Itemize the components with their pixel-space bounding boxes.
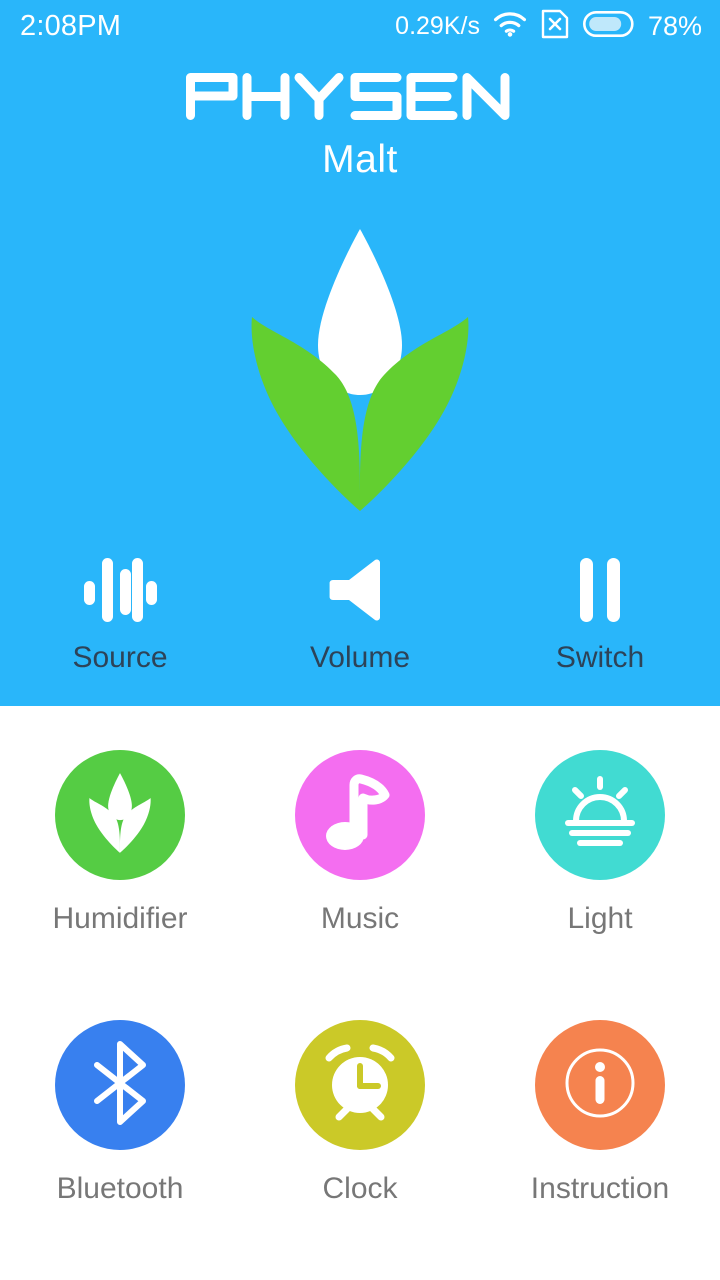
equalizer-icon [82,545,158,635]
plant-droplet-icon [77,772,163,859]
control-source[interactable]: Source [0,545,240,705]
tile-circle [295,750,425,880]
plant-droplet-logo [210,225,510,520]
menu-item-instruction[interactable]: Instruction [480,1020,720,1206]
tile-circle [295,1020,425,1150]
alarm-clock-icon [317,1040,403,1131]
device-name: Malt [322,138,398,181]
menu-item-label: Instruction [530,1172,670,1205]
menu-item-label: Clock [322,1172,398,1205]
control-label: Source [72,641,168,674]
status-bar: 2:08PM 0.29K/s 78% [0,0,720,52]
control-label: Switch [555,641,645,674]
pause-icon [570,545,630,635]
battery-icon [582,10,635,42]
control-volume[interactable]: Volume [240,545,480,705]
network-speed-label: 0.29K/s [395,11,480,40]
tile-circle [535,1020,665,1150]
menu-item-humidifier[interactable]: Humidifier [0,750,240,936]
control-label: Volume [309,641,411,674]
status-bar-clock: 2:08PM [20,9,122,42]
bluetooth-icon [87,1040,153,1131]
tile-circle [55,1020,185,1150]
battery-percent-label: 78% [647,10,702,41]
menu-item-clock[interactable]: Clock [240,1020,480,1206]
music-note-icon [323,773,397,858]
brand-logo [0,72,720,120]
menu-item-label: Bluetooth [56,1172,184,1205]
menu-item-label: Humidifier [52,902,188,935]
app-screen: 2:08PM 0.29K/s 78% Malt Source Volume Sw… [0,0,720,1280]
tile-circle [535,750,665,880]
menu-item-light[interactable]: Light [480,750,720,936]
wifi-icon [493,11,527,42]
sunrise-icon [560,775,640,856]
menu-item-label: Music [320,902,400,935]
menu-grid: Humidifier Music Light Bluetooth Clock I… [0,706,720,1206]
menu-item-music[interactable]: Music [240,750,480,936]
speaker-icon [327,545,393,635]
control-row: Source Volume Switch [0,545,720,705]
info-icon [555,1038,645,1133]
status-bar-indicators: 0.29K/s 78% [395,9,702,44]
control-switch[interactable]: Switch [480,545,720,705]
menu-item-label: Light [567,902,633,935]
sim-card-disabled-icon [540,9,570,44]
tile-circle [55,750,185,880]
menu-item-bluetooth[interactable]: Bluetooth [0,1020,240,1206]
